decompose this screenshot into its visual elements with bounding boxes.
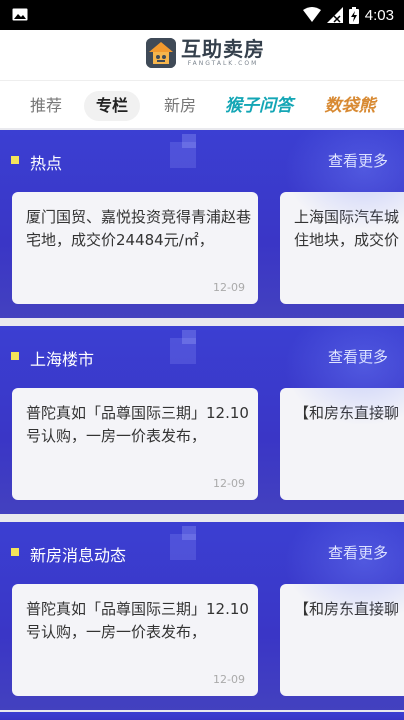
news-card[interactable]: 普陀真如「品尊国际三期」12.10号认购，一房一价表发布， 12-09	[12, 388, 258, 500]
status-bar: 4:03	[0, 0, 404, 30]
news-card-title: 【和房东直接聊	[294, 404, 400, 422]
section-bullet	[11, 548, 19, 556]
app-logo: 互助卖房 FANGTALK.COM	[146, 38, 265, 68]
news-card-date: 12-09	[213, 673, 245, 686]
section-title: 新房消息动态	[30, 546, 127, 565]
news-card-title: 上海国际汽车城	[294, 208, 400, 226]
section-bullet	[11, 352, 19, 360]
news-card[interactable]: 【和房东直接聊	[280, 584, 404, 696]
section-title: 热点	[30, 154, 63, 173]
section-shanghai-market: 上海楼市 查看更多 普陀真如「品尊国际三期」12.10号认购，一房一价表发布， …	[0, 326, 404, 514]
image-notification-icon	[12, 8, 28, 21]
see-more-link[interactable]: 查看更多	[328, 542, 388, 563]
news-card-title: 普陀真如「品尊国际三期」12.10号认购，一房一价表发布，	[26, 600, 249, 641]
section-bullet	[11, 156, 19, 164]
tab-column[interactable]: 专栏	[84, 91, 140, 121]
see-more-link[interactable]: 查看更多	[328, 150, 388, 171]
app-header: 互助卖房 FANGTALK.COM	[0, 30, 404, 80]
battery-charging-icon	[348, 6, 359, 24]
news-card-title-line2: 住地块，成交价	[294, 231, 400, 249]
section-header: 上海楼市 查看更多	[0, 326, 404, 386]
app-domain: FANGTALK.COM	[187, 60, 259, 67]
section-header: 热点 查看更多	[0, 130, 404, 190]
app-name: 互助卖房	[181, 37, 265, 61]
next-section-edge	[0, 712, 404, 720]
tab-monkey-qa[interactable]: 猴子问答	[216, 91, 302, 121]
section-title: 上海楼市	[30, 350, 95, 369]
news-card[interactable]: 【和房东直接聊	[280, 388, 404, 500]
news-card-title: 【和房东直接聊	[294, 600, 400, 618]
tab-recommend[interactable]: 推荐	[18, 91, 74, 121]
see-more-link[interactable]: 查看更多	[328, 346, 388, 367]
section-hot: 热点 查看更多 厦门国贸、嘉悦投资竞得青浦赵巷宅地，成交价24484元/㎡， 1…	[0, 130, 404, 318]
wifi-icon	[302, 7, 321, 22]
news-card-date: 12-09	[213, 281, 245, 294]
tab-new-homes[interactable]: 新房	[152, 91, 208, 121]
status-time: 4:03	[364, 6, 394, 24]
house-logo-icon	[146, 38, 176, 68]
section-new-home-news: 新房消息动态 查看更多 普陀真如「品尊国际三期」12.10号认购，一房一价表发布…	[0, 522, 404, 710]
news-card[interactable]: 上海国际汽车城 住地块，成交价	[280, 192, 404, 304]
section-header: 新房消息动态 查看更多	[0, 522, 404, 582]
category-tabs: 推荐 专栏 新房 猴子问答 数袋熊	[0, 80, 404, 128]
news-card-date: 12-09	[213, 477, 245, 490]
news-card[interactable]: 厦门国贸、嘉悦投资竞得青浦赵巷宅地，成交价24484元/㎡， 12-09	[12, 192, 258, 304]
news-card[interactable]: 普陀真如「品尊国际三期」12.10号认购，一房一价表发布， 12-09	[12, 584, 258, 696]
news-card-title: 厦门国贸、嘉悦投资竞得青浦赵巷宅地，成交价24484元/㎡，	[26, 208, 252, 249]
signal-icon	[326, 7, 343, 23]
news-card-title: 普陀真如「品尊国际三期」12.10号认购，一房一价表发布，	[26, 404, 249, 445]
tab-data-bear[interactable]: 数袋熊	[312, 91, 388, 121]
